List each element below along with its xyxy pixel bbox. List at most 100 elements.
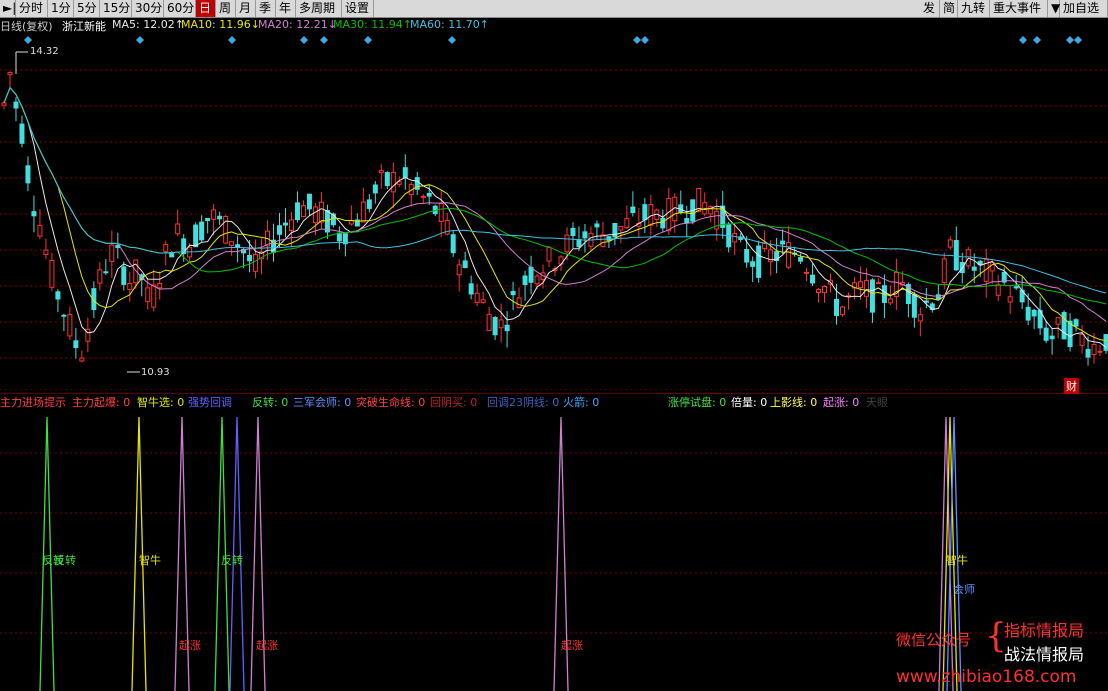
- signal-zhiniu-1: 智牛: [139, 554, 161, 567]
- candle-body: [941, 258, 947, 284]
- candle-body: [546, 246, 552, 262]
- candle-body: [630, 206, 636, 214]
- toolbar-button-0[interactable]: ►|: [0, 0, 16, 17]
- candle-body: [61, 314, 67, 317]
- legend-item-9: 火箭: 0: [563, 396, 600, 409]
- legend-item-7: 回阴买: 0: [430, 396, 478, 409]
- candle-body: [55, 291, 61, 300]
- ma-value-3: MA30: 11.94↑: [333, 18, 412, 31]
- candle-body: [426, 192, 432, 197]
- toolbar-button-16[interactable]: 九转: [958, 0, 990, 17]
- ma-value-4: MA60: 11.70↑: [410, 18, 489, 31]
- candle-body: [79, 357, 85, 362]
- candle-body: [253, 254, 259, 272]
- toolbar-button-14[interactable]: 发: [920, 0, 940, 17]
- legend-item-10: 涨停试盘: 0: [668, 396, 727, 409]
- toolbar-button-13[interactable]: 设置: [342, 0, 374, 17]
- signal-huishi: 会师: [953, 583, 975, 596]
- candle-body: [127, 283, 133, 290]
- candle-body: [1055, 317, 1061, 325]
- candle-body: [804, 271, 810, 274]
- toolbar-button-2[interactable]: 1分: [48, 0, 74, 17]
- candle-body: [618, 225, 624, 231]
- toolbar-button-11[interactable]: 年: [276, 0, 296, 17]
- candle-body: [13, 101, 19, 109]
- finance-badge[interactable]: 财: [1064, 378, 1079, 394]
- candle-body: [456, 264, 462, 276]
- candlestick-chart[interactable]: [0, 34, 1108, 390]
- legend-item-5: 三军会师: 0: [293, 396, 352, 409]
- signal-fanzhuan-2: 反转: [221, 554, 243, 567]
- ma-line-5: [3, 86, 1107, 348]
- candle-body: [816, 289, 822, 294]
- candle-body: [103, 271, 109, 274]
- candle-body: [780, 240, 786, 245]
- candle-body: [324, 209, 330, 233]
- candle-body: [366, 199, 372, 209]
- candle-body: [684, 218, 690, 224]
- watermark-line1: 指标情报局: [1004, 621, 1085, 640]
- candle-body: [839, 306, 845, 316]
- toolbar-button-7[interactable]: 日: [196, 0, 216, 17]
- candle-body: [594, 223, 600, 228]
- signal-diamond: [24, 36, 32, 44]
- toolbar-button-3[interactable]: 5分: [74, 0, 100, 17]
- signal-qizhang-1: 起涨: [179, 639, 201, 652]
- candle-body: [1025, 306, 1031, 321]
- signal-diamond: [1019, 36, 1027, 44]
- candle-body: [492, 317, 498, 336]
- candle-body: [223, 215, 229, 244]
- toolbar-button-5[interactable]: 30分: [132, 0, 164, 17]
- candle-body: [384, 172, 390, 186]
- legend-item-14: 天眼: [866, 396, 888, 409]
- candle-body: [378, 170, 384, 174]
- candle-body: [360, 201, 366, 223]
- candle-body: [1049, 335, 1055, 340]
- toolbar-button-12[interactable]: 多周期: [296, 0, 342, 17]
- signal-diamond: [320, 36, 328, 44]
- candle-body: [199, 221, 205, 241]
- toolbar-button-1[interactable]: 分时: [16, 0, 48, 17]
- candle-body: [438, 202, 444, 222]
- candle-body: [468, 283, 474, 295]
- period-label[interactable]: 日线(复权): [0, 18, 53, 34]
- toolbar-button-8[interactable]: 周: [216, 0, 236, 17]
- candle-body: [390, 171, 396, 193]
- candle-body: [732, 233, 738, 243]
- signal-diamond: [228, 36, 236, 44]
- candle-body: [163, 243, 169, 252]
- toolbar-button-9[interactable]: 月: [236, 0, 256, 17]
- toolbar-button-4[interactable]: 15分: [100, 0, 132, 17]
- candle-body: [624, 218, 630, 229]
- signal-diamond: [448, 36, 456, 44]
- toolbar-button-18[interactable]: ▼: [1048, 0, 1060, 17]
- signal-diamond: [1033, 36, 1041, 44]
- candle-body: [420, 195, 426, 198]
- stock-name: 浙江新能: [62, 20, 106, 33]
- legend-item-1: 主力起爆: 0: [72, 396, 131, 409]
- toolbar-button-19[interactable]: 加自选: [1060, 0, 1108, 17]
- candle-body: [372, 184, 378, 194]
- toolbar-button-6[interactable]: 60分: [164, 0, 196, 17]
- signal-diamond: [300, 36, 308, 44]
- legend-item-13: 起涨: 0: [823, 396, 860, 409]
- candle-body: [522, 275, 528, 286]
- candle-body: [1085, 348, 1091, 358]
- candle-body: [869, 279, 875, 313]
- toolbar-button-10[interactable]: 季: [256, 0, 276, 17]
- candle-body: [750, 261, 756, 267]
- candle-body: [247, 254, 253, 262]
- toolbar-button-15[interactable]: 简: [940, 0, 958, 17]
- candle-body: [1007, 296, 1013, 303]
- signal-qizhang-2: 起涨: [256, 639, 278, 652]
- candle-body: [528, 266, 534, 283]
- candle-body: [121, 266, 127, 285]
- candle-body: [306, 193, 312, 210]
- candle-body: [642, 204, 648, 221]
- candle-body: [887, 298, 893, 304]
- candle-body: [67, 314, 73, 337]
- candle-body: [31, 211, 37, 217]
- candle-body: [582, 231, 588, 239]
- candle-body: [19, 123, 25, 144]
- toolbar-button-17[interactable]: 重大事件: [990, 0, 1048, 17]
